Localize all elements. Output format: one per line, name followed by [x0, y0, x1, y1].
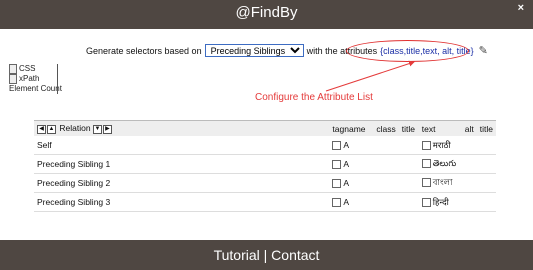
text-checkbox[interactable]: [421, 178, 431, 188]
column-header-alt: alt: [464, 123, 474, 134]
tagname-checkbox[interactable]: [332, 198, 342, 208]
tagname-value: A: [343, 139, 350, 150]
column-header-title: title: [401, 123, 416, 134]
relation-cell: Self: [37, 140, 52, 150]
css-option[interactable]: CSS: [9, 64, 62, 74]
title-cell: [399, 193, 419, 212]
class-cell: [373, 193, 398, 212]
column-header-tagname: tagname: [332, 123, 366, 134]
title2-cell: [477, 174, 496, 193]
relations-table: ◀ ▲ Relation ▼ ▶ tagname class title text …: [34, 120, 496, 212]
table-row: Preceding Sibling 2 A বাংলা: [34, 174, 496, 193]
title-cell: [399, 155, 419, 174]
title2-cell: [477, 155, 496, 174]
text-cell: বাংলা: [419, 174, 461, 193]
contact-link[interactable]: Contact: [271, 247, 319, 263]
element-count-label: Element Count: [9, 84, 62, 93]
footer-separator: |: [259, 247, 272, 263]
css-label: CSS: [19, 64, 36, 73]
text-cell: हिन्दी: [419, 193, 461, 212]
xpath-label: xPath: [19, 74, 40, 83]
arrow-left-icon[interactable]: ◀: [37, 124, 46, 134]
class-cell: [373, 155, 398, 174]
text-value: हिन्दी: [432, 196, 449, 207]
text-checkbox[interactable]: [421, 158, 431, 168]
tagname-value: A: [343, 196, 350, 207]
tagname-checkbox[interactable]: [332, 160, 342, 170]
table-row: Preceding Sibling 3 A हिन्दी: [34, 193, 496, 212]
relation-cell: Preceding Sibling 3: [37, 197, 111, 207]
column-header-text: text: [421, 123, 436, 134]
title2-cell: [477, 193, 496, 212]
tagname-cell: A: [329, 155, 373, 174]
class-cell: [373, 136, 398, 155]
alt-cell: [461, 136, 477, 155]
text-checkbox[interactable]: [421, 197, 431, 207]
tagname-cell: A: [329, 136, 373, 155]
app-footer: Tutorial | Contact: [0, 240, 533, 270]
title-cell: [399, 174, 419, 193]
title2-cell: [477, 136, 496, 155]
text-cell: తెలుగు: [419, 155, 461, 174]
table-row: Preceding Sibling 1 A తెలుగు: [34, 155, 496, 174]
table-row: Self A मराठी: [34, 136, 496, 155]
text-checkbox[interactable]: [421, 140, 431, 150]
document-icon: [9, 64, 17, 74]
text-value: తెలుగు: [432, 157, 457, 168]
tutorial-link[interactable]: Tutorial: [214, 247, 260, 263]
tagname-value: A: [343, 158, 350, 169]
tagname-value: A: [343, 177, 350, 188]
text-cell: मराठी: [419, 136, 461, 155]
tagname-cell: A: [329, 193, 373, 212]
configure-annotation: Configure the Attribute List: [255, 92, 373, 103]
relation-header: ◀ ▲ Relation ▼ ▶: [34, 121, 329, 137]
relation-header-label: Relation: [59, 123, 91, 134]
tagname-checkbox[interactable]: [332, 141, 342, 151]
text-value: বাংলা: [432, 177, 453, 187]
tagname-checkbox[interactable]: [332, 179, 342, 189]
column-header-title-2: title: [479, 123, 493, 134]
side-menu: CSS xPath Element Count: [9, 64, 62, 94]
document-icon: [9, 74, 17, 84]
alt-cell: [461, 174, 477, 193]
tagname-cell: A: [329, 174, 373, 193]
side-divider: [57, 64, 58, 94]
alt-cell: [461, 193, 477, 212]
table-header-row: ◀ ▲ Relation ▼ ▶ tagname class title text …: [34, 120, 496, 137]
relation-cell: Preceding Sibling 1: [37, 159, 111, 169]
title-cell: [399, 136, 419, 155]
relation-cell: Preceding Sibling 2: [37, 178, 111, 188]
column-header-class: class: [376, 123, 396, 134]
text-value: मराठी: [432, 139, 451, 150]
alt-cell: [461, 155, 477, 174]
arrow-down-icon[interactable]: ▼: [92, 124, 102, 134]
xpath-option[interactable]: xPath: [9, 74, 62, 84]
arrow-right-icon[interactable]: ▶: [102, 124, 112, 134]
arrow-up-icon[interactable]: ▲: [47, 124, 56, 134]
class-cell: [373, 174, 398, 193]
